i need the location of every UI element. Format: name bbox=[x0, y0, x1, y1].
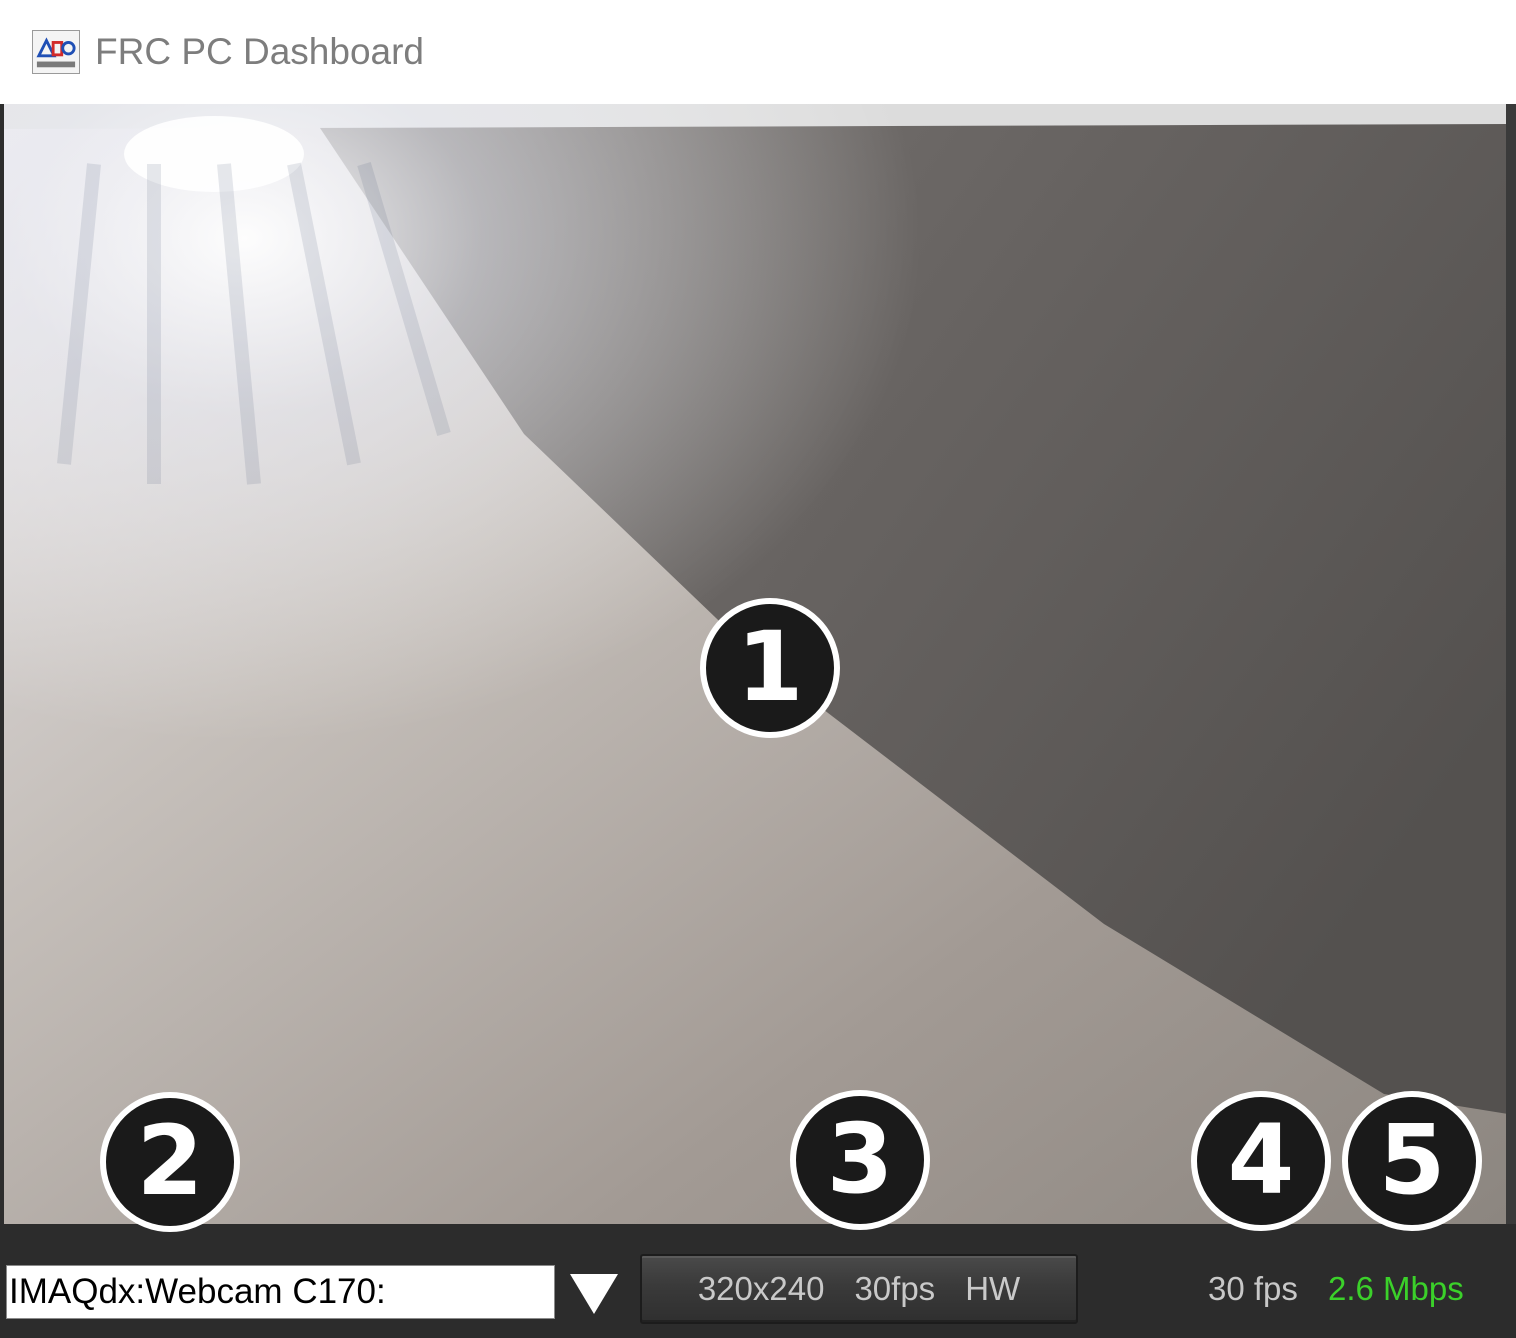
dashboard-window: FRC PC Dashboard IMAQdx:Webcam C170: 320… bbox=[0, 0, 1516, 1338]
mode-label: HW bbox=[965, 1270, 1021, 1307]
frame-edge bbox=[1506, 104, 1516, 1224]
callout-2: 2 bbox=[100, 1092, 240, 1232]
callout-4: 4 bbox=[1191, 1091, 1331, 1231]
triangle-down-icon[interactable] bbox=[567, 1272, 621, 1316]
callout-5: 5 bbox=[1342, 1091, 1482, 1231]
title-bar: FRC PC Dashboard bbox=[0, 0, 1516, 104]
frc-logo-icon bbox=[32, 30, 80, 74]
fps-readout: 30 fps bbox=[1208, 1270, 1298, 1307]
camera-select-input[interactable]: IMAQdx:Webcam C170: bbox=[6, 1265, 555, 1319]
camera-settings-button[interactable]: 320x240 30fps HW bbox=[640, 1254, 1078, 1324]
window-title: FRC PC Dashboard bbox=[95, 31, 425, 72]
framerate-label: 30fps bbox=[854, 1270, 936, 1307]
bandwidth-readout: 2.6 Mbps bbox=[1328, 1270, 1464, 1307]
callout-3: 3 bbox=[790, 1090, 930, 1230]
resolution-label: 320x240 bbox=[697, 1270, 825, 1307]
callout-1: 1 bbox=[700, 598, 840, 738]
